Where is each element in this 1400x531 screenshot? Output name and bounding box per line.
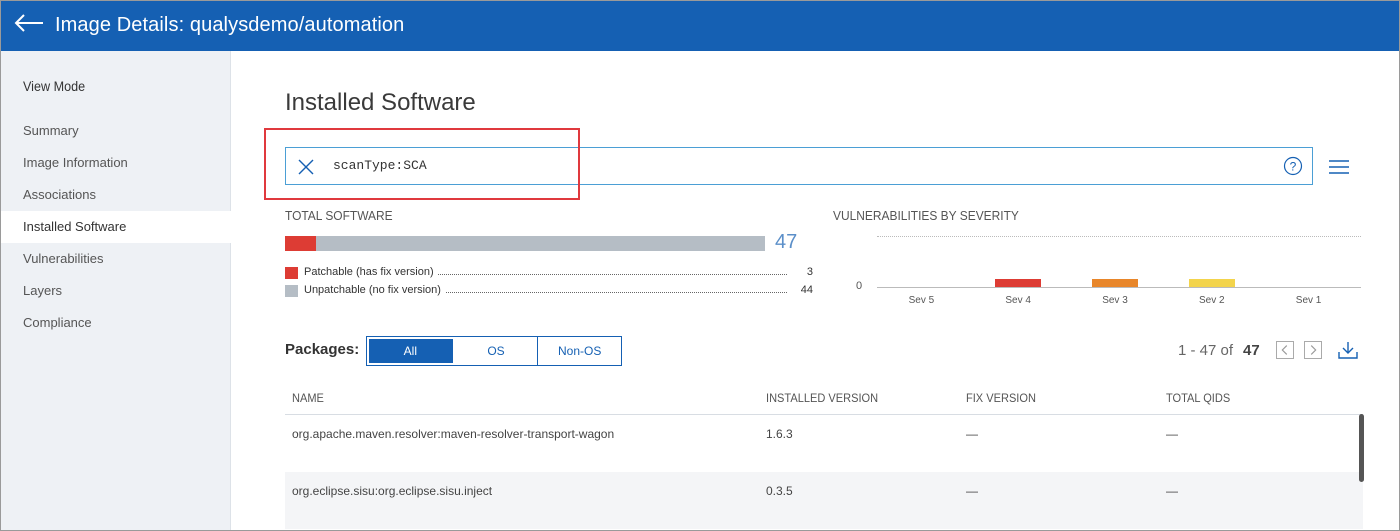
packages-label: Packages:	[285, 341, 360, 358]
page-header-title: Image Details: qualysdemo/automation	[55, 14, 405, 36]
previous-page-icon[interactable]	[1276, 341, 1294, 359]
annotation-highlight-box	[264, 128, 580, 200]
severity-bar-sev-3[interactable]	[1092, 278, 1138, 287]
table-row[interactable]: org.apache.maven.resolver:maven-resolver…	[285, 415, 1363, 472]
chart-baseline	[877, 287, 1361, 288]
y-axis-tick-zero: 0	[856, 280, 863, 292]
next-page-icon[interactable]	[1304, 341, 1322, 359]
help-icon[interactable]: ?	[1283, 156, 1303, 176]
cell-name: org.eclipse.sisu:org.eclipse.sisu.inject	[292, 484, 493, 498]
total-software-count: 47	[775, 231, 798, 253]
cell-fix-version: —	[966, 427, 978, 441]
severity-chart-label: VULNERABILITIES BY SEVERITY	[833, 208, 1019, 223]
download-icon[interactable]	[1337, 340, 1359, 360]
main-content: Installed Software scanType:SCA ? TOTAL …	[232, 51, 1399, 530]
svg-text:?: ?	[1290, 160, 1297, 174]
sidebar-item-layers[interactable]: Layers	[1, 275, 231, 307]
sidebar-item-compliance[interactable]: Compliance	[1, 307, 231, 339]
legend-value-patchable: 3	[802, 266, 813, 278]
severity-bar-sev-2[interactable]	[1188, 278, 1235, 287]
page-title: Installed Software	[285, 89, 476, 116]
sidebar: View Mode Summary Image Information Asso…	[1, 51, 231, 530]
pager-total: 47	[1243, 342, 1260, 359]
cell-total-qids: —	[1166, 427, 1178, 441]
cell-total-qids: —	[1166, 484, 1178, 498]
sidebar-item-associations[interactable]: Associations	[1, 179, 231, 211]
app-window: Image Details: qualysdemo/automation Vie…	[0, 0, 1400, 531]
column-header-fix-version[interactable]: FIX VERSION	[966, 391, 1036, 405]
patchable-swatch	[285, 267, 298, 279]
header-bar: Image Details: qualysdemo/automation	[1, 1, 1399, 51]
total-software-label: TOTAL SOFTWARE	[285, 208, 393, 223]
pager-range: 1 - 47 of	[1178, 342, 1234, 359]
patchable-bar-fill	[285, 236, 316, 251]
legend-value-unpatchable: 44	[796, 284, 813, 296]
total-software-bar	[285, 236, 765, 251]
legend-label-unpatchable: Unpatchable (no fix version)	[304, 284, 445, 296]
sidebar-item-vulnerabilities[interactable]: Vulnerabilities	[1, 243, 231, 275]
sidebar-item-installed-software[interactable]: Installed Software	[1, 211, 231, 243]
filter-os-button[interactable]: OS	[454, 337, 539, 365]
severity-bar-sev-4[interactable]	[995, 278, 1042, 287]
x-axis-tick-label: Sev 3	[1102, 295, 1128, 306]
packages-filter-group: All OS Non-OS	[366, 336, 622, 366]
column-header-name[interactable]: NAME	[292, 391, 324, 405]
legend-unpatchable: Unpatchable (no fix version) 44	[285, 283, 813, 299]
back-arrow-icon[interactable]	[13, 11, 45, 35]
cell-installed-version: 1.6.3	[766, 427, 793, 441]
x-axis-tick-label: Sev 5	[908, 295, 935, 306]
filter-all-button[interactable]: All	[369, 339, 453, 363]
cell-fix-version: —	[966, 484, 978, 498]
x-axis-tick-label: Sev 1	[1295, 295, 1322, 306]
table-scrollbar[interactable]	[1359, 414, 1364, 482]
legend-label-patchable: Patchable (has fix version)	[304, 266, 438, 278]
cell-installed-version: 0.3.5	[766, 484, 793, 498]
severity-bar-chart: 0 Sev 5 Sev 4 Sev 3 Sev 2 Sev 1	[833, 231, 1363, 311]
column-header-installed-version[interactable]: INSTALLED VERSION	[766, 391, 878, 405]
x-axis-tick-label: Sev 2	[1199, 295, 1225, 306]
unpatchable-swatch	[285, 285, 298, 297]
table-row[interactable]: org.eclipse.sisu:org.eclipse.sisu.inject…	[285, 472, 1363, 529]
sidebar-item-image-information[interactable]: Image Information	[1, 147, 231, 179]
sidebar-heading: View Mode	[23, 78, 86, 94]
sidebar-item-summary[interactable]: Summary	[1, 115, 231, 147]
column-header-total-qids[interactable]: TOTAL QIDS	[1166, 391, 1230, 405]
cell-name: org.apache.maven.resolver:maven-resolver…	[292, 427, 615, 441]
hamburger-menu-icon[interactable]	[1328, 159, 1350, 175]
chart-gridline	[877, 236, 1361, 237]
legend-patchable: Patchable (has fix version) 3	[285, 265, 813, 281]
filter-non-os-button[interactable]: Non-OS	[538, 337, 622, 365]
x-axis-tick-label: Sev 4	[1005, 295, 1031, 306]
